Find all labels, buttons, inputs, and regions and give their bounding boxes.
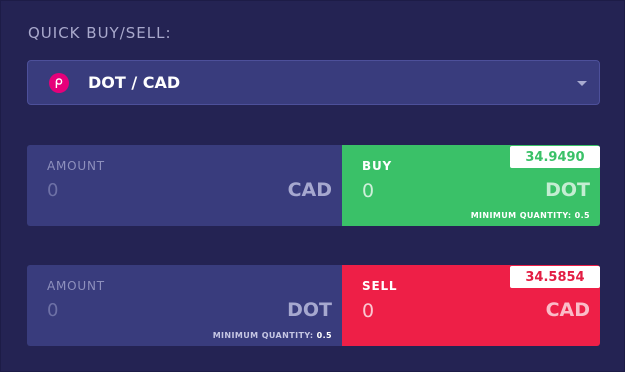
quick-buy-sell-panel: QUICK BUY/SELL: DOT / CAD AMOUNT 0 CAD B… <box>0 0 625 372</box>
sell-amount-label: AMOUNT <box>47 279 105 293</box>
sell-row: AMOUNT 0 DOT MINIMUM QUANTITY: 0.5 SELL … <box>27 265 600 346</box>
buy-label: BUY <box>362 159 392 173</box>
pair-label: DOT / CAD <box>88 73 181 92</box>
buy-min-quantity: MINIMUM QUANTITY: 0.5 <box>471 211 590 220</box>
buy-amount-input[interactable]: 0 <box>47 180 58 201</box>
chevron-down-icon <box>577 81 587 86</box>
sell-price-badge: 34.5854 <box>510 266 600 288</box>
buy-button[interactable]: BUY 34.9490 0 DOT MINIMUM QUANTITY: 0.5 <box>342 145 600 226</box>
sell-button[interactable]: SELL 34.5854 0 CAD <box>342 265 600 346</box>
sell-min-quantity-value: 0.5 <box>316 331 332 340</box>
sell-amount-field[interactable]: AMOUNT 0 DOT MINIMUM QUANTITY: 0.5 <box>27 265 342 346</box>
sell-result-value: 0 <box>362 300 375 322</box>
buy-min-quantity-label: MINIMUM QUANTITY: <box>470 211 572 220</box>
sell-result-unit: CAD <box>545 299 590 321</box>
buy-min-quantity-value: 0.5 <box>574 211 590 220</box>
buy-result-value: 0 <box>362 180 375 202</box>
sell-amount-unit: DOT <box>287 299 332 321</box>
sell-min-quantity: MINIMUM QUANTITY: 0.5 <box>213 331 332 340</box>
buy-amount-unit: CAD <box>287 179 332 201</box>
buy-result-unit: DOT <box>545 179 590 201</box>
sell-min-quantity-label: MINIMUM QUANTITY: <box>212 331 314 340</box>
sell-amount-input[interactable]: 0 <box>47 300 58 321</box>
pair-select[interactable]: DOT / CAD <box>27 60 600 105</box>
panel-title: QUICK BUY/SELL: <box>28 24 172 42</box>
buy-amount-field[interactable]: AMOUNT 0 CAD <box>27 145 342 226</box>
buy-amount-label: AMOUNT <box>47 159 105 173</box>
polkadot-icon <box>49 73 69 93</box>
buy-row: AMOUNT 0 CAD BUY 34.9490 0 DOT MINIMUM Q… <box>27 145 600 226</box>
buy-price-badge: 34.9490 <box>510 146 600 168</box>
sell-label: SELL <box>362 279 398 293</box>
